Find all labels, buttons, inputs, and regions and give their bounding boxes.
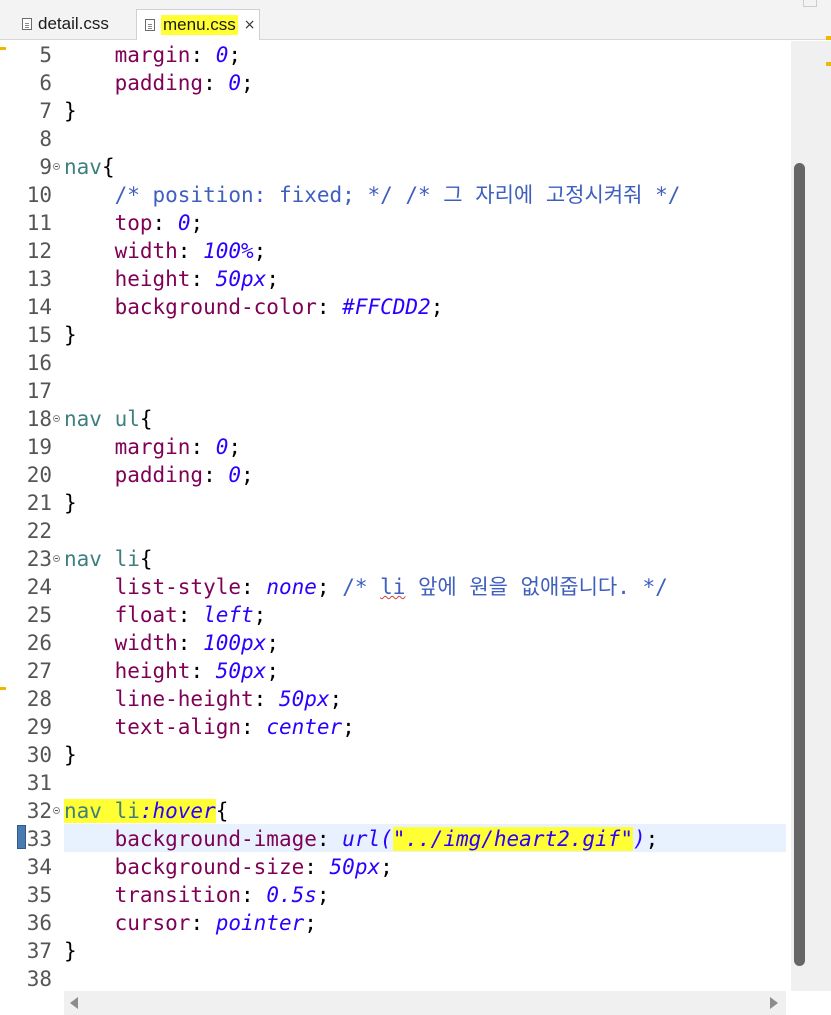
line-number: 11 [26,211,52,235]
code-line: padding: 0; [114,71,254,95]
line-number: 18 [26,407,52,431]
overview-marker [0,47,6,50]
code-line: height: 50px; [114,267,279,291]
code-line: transition: 0.5s; [114,883,330,907]
line-number: 28 [26,687,52,711]
fold-toggle-icon[interactable] [53,555,60,562]
code-line: margin: 0; [114,43,242,67]
code-line: nav ul{ [64,407,153,431]
vertical-scrollbar[interactable] [791,41,831,991]
line-number: 34 [26,855,52,879]
line-number: 25 [26,603,52,627]
tab-menu-css[interactable]: menu.css × [136,9,260,40]
line-number: 24 [26,575,52,599]
code-line: background-size: 50px; [114,855,393,879]
fold-toggle-icon[interactable] [53,807,60,814]
yellow-highlight: "../img/heart2.gif" [392,827,633,851]
tab-detail-css[interactable]: detail.css [8,9,136,39]
overview-marker [826,36,831,40]
editor-tab-bar: detail.css menu.css × [0,0,831,40]
line-number: 26 [26,631,52,655]
spelling-warning: li [380,575,406,599]
code-line: } [64,491,77,515]
line-number: 33 [26,827,52,851]
line-number: 29 [26,715,52,739]
overview-marker [0,687,6,690]
code-line: cursor: pointer; [114,911,317,935]
code-line: top: 0; [114,211,204,235]
close-icon[interactable]: × [244,17,256,33]
code-line: nav li{ [64,547,153,571]
code-line: background-color: #FFCDD2; [114,295,444,319]
line-number: 7 [39,99,52,123]
line-number: 12 [26,239,52,263]
css-file-icon [22,18,32,30]
overview-marker [826,62,831,66]
horizontal-scrollbar[interactable] [64,991,786,1015]
line-number: 20 [26,463,52,487]
window-control[interactable] [803,0,817,7]
code-line: height: 50px; [114,659,279,683]
line-number: 22 [26,519,52,543]
line-number: 27 [26,659,52,683]
code-line: padding: 0; [114,463,254,487]
line-number: 10 [26,183,52,207]
code-line: list-style: none; /* li 앞에 원을 없애줍니다. */ [114,575,668,599]
line-number: 17 [26,379,52,403]
line-number: 38 [26,967,52,991]
tab-label: menu.css [161,15,238,35]
code-line: width: 100%; [114,239,267,263]
code-line: } [64,323,77,347]
code-line: nav{ [64,155,115,179]
code-line: float: left; [114,603,267,627]
scrollbar-thumb[interactable] [794,163,805,966]
line-number: 14 [26,295,52,319]
line-number: 30 [26,743,52,767]
line-number: 8 [39,127,52,151]
fold-toggle-icon[interactable] [53,415,60,422]
line-number: 35 [26,883,52,907]
fold-toggle-icon[interactable] [53,163,60,170]
line-number: 31 [26,771,52,795]
line-number: 21 [26,491,52,515]
scroll-left-icon[interactable] [70,997,78,1009]
code-line: text-align: center; [114,715,355,739]
code-line: margin: 0; [114,435,242,459]
code-editor[interactable]: margin: 0; padding: 0; } nav{ /* positio… [64,41,786,991]
tab-label: detail.css [38,14,109,33]
code-line: nav li:hover{ [64,799,229,823]
code-line: width: 100px; [114,631,279,655]
line-number: 19 [26,435,52,459]
line-number: 16 [26,351,52,375]
code-line: /* position: fixed; */ /* 그 자리에 고정시켜줘 */ [114,183,681,207]
line-number: 9 [39,155,52,179]
code-line: background-image: url("../img/heart2.gif… [114,827,659,851]
css-file-icon [145,19,155,31]
code-line: } [64,743,77,767]
line-number: 37 [26,939,52,963]
line-number: 23 [26,547,52,571]
line-number: 6 [39,71,52,95]
line-number: 36 [26,911,52,935]
scroll-right-icon[interactable] [770,997,778,1009]
line-number: 15 [26,323,52,347]
code-line: } [64,939,77,963]
line-number: 32 [26,799,52,823]
code-line: } [64,99,77,123]
yellow-highlight: nav li:hover [64,799,216,823]
code-line: line-height: 50px; [114,687,343,711]
line-number: 5 [39,43,52,67]
line-number: 13 [26,267,52,291]
